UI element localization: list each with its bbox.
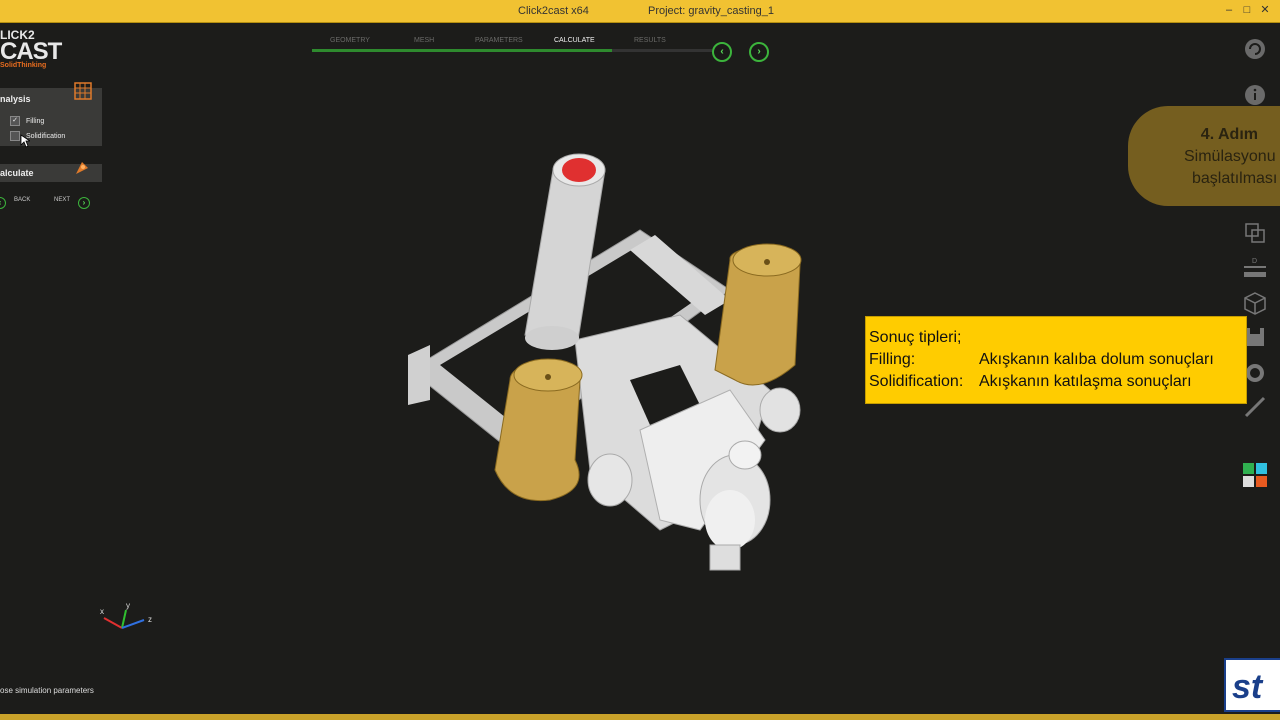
copy-icon[interactable] [1242,220,1268,246]
note-filling-key: Filling: [869,351,916,368]
close-button[interactable]: ✕ [1256,2,1274,18]
workflow-steps: GEOMETRY MESH PARAMETERS CALCULATE RESUL… [312,34,769,62]
axis-triad: x y z [100,601,152,629]
status-text: ose simulation parameters [0,686,94,695]
back-label[interactable]: BACK [14,197,30,203]
svg-text:D: D [1252,258,1257,265]
next-label[interactable]: NEXT [54,197,70,203]
step-calculate[interactable]: CALCULATE [554,37,595,44]
maximize-button[interactable]: □ [1238,2,1256,18]
refresh-icon[interactable] [1242,36,1268,62]
axis-y-label: y [126,601,130,610]
step-callout: 4. Adım Simülasyonu başlatılması [1128,106,1280,206]
title-bar: Click2cast x64 Project: gravity_casting_… [0,0,1280,23]
solidification-label: Solidification [26,132,66,140]
analysis-title: nalysis [0,94,31,104]
note-solid-value: Akışkanın katılaşma sonuçları [979,373,1192,390]
back-arrow-icon[interactable]: ‹ [0,197,6,209]
rocket-icon[interactable] [72,158,92,178]
prev-step-button[interactable]: ‹ [712,42,732,62]
app-logo: LICK2 CAST SolidThinking [0,28,62,72]
step-mesh[interactable]: MESH [414,37,434,44]
filling-label: Filling [26,117,45,125]
callout-line1: Simülasyonu [1184,148,1276,165]
calculate-panel: alculate [0,162,102,182]
note-solid-key: Solidification: [869,373,964,390]
next-step-button[interactable]: › [749,42,769,62]
step-geometry[interactable]: GEOMETRY [330,37,370,44]
grid-icon[interactable] [74,82,92,100]
bottom-border [0,714,1280,720]
casting-3d-model[interactable] [400,140,820,590]
callout-line2: başlatılması [1192,170,1278,187]
workflow-progress [312,49,612,52]
step-parameters[interactable]: PARAMETERS [475,37,523,44]
svg-text:st: st [1232,668,1264,706]
callout-title: 4. Adım [1200,126,1258,143]
analysis-panel: nalysis ✓ Filling Solidification [0,82,102,148]
logo-line3: SolidThinking [0,62,47,69]
axis-x-label: x [100,607,104,616]
axis-z-label: z [148,615,152,624]
calculate-title: alculate [0,168,34,178]
filling-option[interactable]: ✓ Filling [10,116,44,126]
measure-icon[interactable]: D [1242,256,1268,282]
cube-icon[interactable] [1242,290,1268,316]
note-line1: Sonuç tipleri; [869,329,962,346]
app-title: Click2cast x64 [518,5,589,17]
next-arrow-icon[interactable]: › [78,197,90,209]
filling-checkbox[interactable]: ✓ [10,116,20,126]
back-next-nav: ‹ BACK NEXT › [0,197,100,211]
project-title: Project: gravity_casting_1 [648,5,774,17]
watermark-logo: st [1224,658,1280,712]
workflow-progress-rest [612,49,712,52]
note-filling-value: Akışkanın kalıba dolum sonuçları [979,351,1214,368]
solidification-checkbox[interactable] [10,131,20,141]
mouse-cursor-icon [20,134,30,148]
minimize-button[interactable]: – [1220,2,1238,18]
step-results[interactable]: RESULTS [634,37,666,44]
color-grid-icon[interactable] [1242,462,1268,488]
info-icon[interactable] [1242,82,1268,108]
solidification-option[interactable]: Solidification [10,131,65,141]
result-types-note: Sonuç tipleri; Filling: Akışkanın kalıba… [865,316,1247,404]
